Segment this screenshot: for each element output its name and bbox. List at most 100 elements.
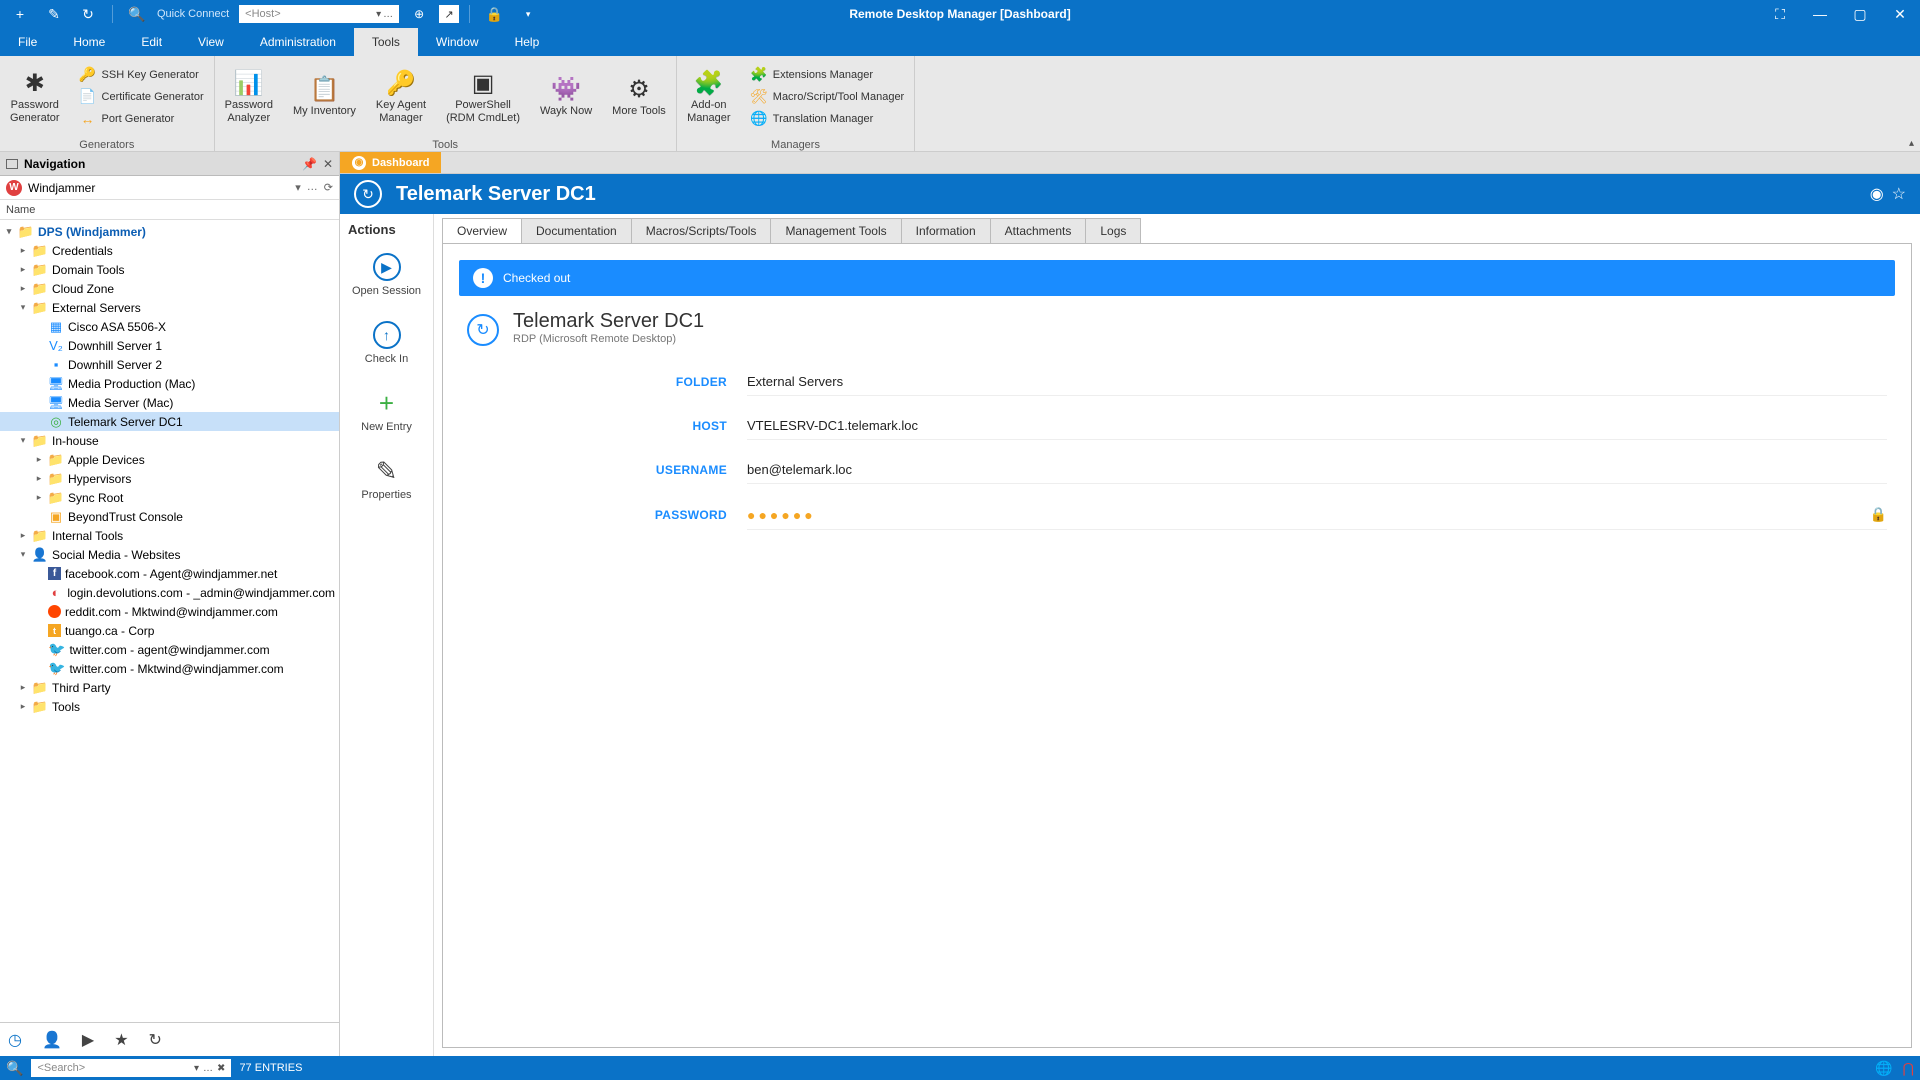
action-check-in[interactable]: ↑Check In	[344, 311, 429, 379]
expand-icon[interactable]: ▸	[34, 492, 44, 503]
menu-administration[interactable]: Administration	[242, 28, 354, 56]
tree-item[interactable]: ▸📁Tools	[0, 697, 339, 716]
expand-icon[interactable]: ▾	[4, 226, 14, 237]
tree-item[interactable]: 🖥Media Production (Mac)	[0, 374, 339, 393]
expand-icon[interactable]: ▸	[34, 454, 44, 465]
vault-tab-icon[interactable]: ◷	[8, 1030, 22, 1050]
tree-item[interactable]: V₂Downhill Server 1	[0, 336, 339, 355]
dashboard-tab[interactable]: ◉ Dashboard	[340, 152, 441, 173]
lock-icon[interactable]: 🔒	[1870, 506, 1887, 523]
new-icon[interactable]: +	[6, 0, 34, 28]
fullscreen-icon[interactable]: ⛶	[1760, 0, 1800, 28]
expand-icon[interactable]: ▸	[34, 473, 44, 484]
ribbon-btn-my-inventory[interactable]: 📋My Inventory	[283, 56, 366, 137]
ribbon-btn-key-agent-manager[interactable]: 🔑Key AgentManager	[366, 56, 436, 137]
lock-icon[interactable]: 🔒	[480, 0, 508, 28]
expand-icon[interactable]: ▾	[18, 302, 28, 313]
tree-item[interactable]: ffacebook.com - Agent@windjammer.net	[0, 564, 339, 583]
tree-item[interactable]: ▣BeyondTrust Console	[0, 507, 339, 526]
ribbon-btn-password-generator[interactable]: ✱PasswordGenerator	[0, 56, 70, 137]
tree-item[interactable]: ttuango.ca - Corp	[0, 621, 339, 640]
close-icon[interactable]: ✕	[1880, 0, 1920, 28]
tree-item[interactable]: 🖥Media Server (Mac)	[0, 393, 339, 412]
user-vault-tab-icon[interactable]: 👤	[42, 1030, 62, 1050]
ribbon-btn-translation-manager[interactable]: 🌐Translation Manager	[745, 108, 910, 130]
quick-connect-go-icon[interactable]: ↗	[439, 5, 459, 23]
ribbon-btn-password-analyzer[interactable]: 📊PasswordAnalyzer	[215, 56, 283, 137]
pin-icon[interactable]: 📌	[302, 157, 317, 171]
ribbon-btn-powershell-(rdm-cmdlet)[interactable]: ▣PowerShell(RDM CmdLet)	[436, 56, 530, 137]
action-new-entry[interactable]: +New Entry	[344, 379, 429, 447]
subtab-documentation[interactable]: Documentation	[521, 218, 632, 243]
favorites-tab-icon[interactable]: ★	[114, 1030, 128, 1050]
tree-item[interactable]: reddit.com - Mktwind@windjammer.com	[0, 602, 339, 621]
ribbon-btn-macro/script/tool-manager[interactable]: 🛠Macro/Script/Tool Manager	[745, 86, 910, 108]
tree-item[interactable]: ▸📁Apple Devices	[0, 450, 339, 469]
ribbon-btn-wayk-now[interactable]: 👾Wayk Now	[530, 56, 602, 137]
tree-item[interactable]: ◐login.devolutions.com - _admin@windjamm…	[0, 583, 339, 602]
status-search-icon[interactable]: 🔍	[6, 1060, 23, 1077]
lock-menu-icon[interactable]: ▾	[514, 0, 542, 28]
subtab-management-tools[interactable]: Management Tools	[770, 218, 901, 243]
tree-item[interactable]: ▾📁In-house	[0, 431, 339, 450]
expand-icon[interactable]: ▾	[18, 435, 28, 446]
status-connection-icon[interactable]: ⋂	[1903, 1060, 1914, 1077]
tree-item[interactable]: ▾👤Social Media - Websites	[0, 545, 339, 564]
maximize-icon[interactable]: ▢	[1840, 0, 1880, 28]
tree-item[interactable]: ◎Telemark Server DC1	[0, 412, 339, 431]
edit-icon[interactable]: ✎	[40, 0, 68, 28]
tree-item[interactable]: ▸📁Third Party	[0, 678, 339, 697]
minimize-icon[interactable]: —	[1800, 0, 1840, 28]
menu-tools[interactable]: Tools	[354, 28, 418, 56]
datasource-selector[interactable]: W Windjammer ▾ … ⟳	[0, 176, 339, 200]
tree-item[interactable]: ▸📁Domain Tools	[0, 260, 339, 279]
entry-sync-icon[interactable]: ◉	[1870, 184, 1884, 204]
search-icon[interactable]: 🔍	[123, 0, 151, 28]
status-online-icon[interactable]: 🌐	[1875, 1060, 1892, 1077]
menu-help[interactable]: Help	[497, 28, 558, 56]
tree-item[interactable]: ▸📁Internal Tools	[0, 526, 339, 545]
expand-icon[interactable]: ▸	[18, 701, 28, 712]
menu-home[interactable]: Home	[55, 28, 123, 56]
expand-icon[interactable]: ▸	[18, 530, 28, 541]
action-open-session[interactable]: ▶Open Session	[344, 243, 429, 311]
sessions-tab-icon[interactable]: ▶	[82, 1030, 94, 1050]
ribbon-collapse-icon[interactable]: ▴	[1909, 138, 1914, 149]
datasource-refresh-icon[interactable]: ⟳	[324, 181, 333, 194]
ribbon-btn-more-tools[interactable]: ⚙More Tools	[602, 56, 676, 137]
ribbon-btn-ssh-key-generator[interactable]: 🔑SSH Key Generator	[74, 64, 210, 86]
datasource-more-icon[interactable]: …	[307, 181, 318, 194]
datasource-dropdown-icon[interactable]: ▾	[295, 181, 301, 194]
ribbon-btn-certificate-generator[interactable]: 📄Certificate Generator	[74, 86, 210, 108]
subtab-information[interactable]: Information	[901, 218, 991, 243]
menu-edit[interactable]: Edit	[123, 28, 180, 56]
tree-item[interactable]: ▸📁Credentials	[0, 241, 339, 260]
quick-connect-type-icon[interactable]: ⊕	[405, 0, 433, 28]
menu-file[interactable]: File	[0, 28, 55, 56]
menu-window[interactable]: Window	[418, 28, 497, 56]
expand-icon[interactable]: ▸	[18, 682, 28, 693]
quick-connect-host-input[interactable]: <Host> ▾…	[239, 5, 399, 23]
close-panel-icon[interactable]: ✕	[323, 157, 333, 171]
tree-item[interactable]: ▸📁Sync Root	[0, 488, 339, 507]
expand-icon[interactable]: ▸	[18, 264, 28, 275]
tree-item[interactable]: ▦Cisco ASA 5506-X	[0, 317, 339, 336]
refresh-icon[interactable]: ↻	[74, 0, 102, 28]
tree-item[interactable]: ▸📁Cloud Zone	[0, 279, 339, 298]
subtab-macros-scripts-tools[interactable]: Macros/Scripts/Tools	[631, 218, 772, 243]
tree-item[interactable]: 🐦twitter.com - agent@windjammer.com	[0, 640, 339, 659]
menu-view[interactable]: View	[180, 28, 242, 56]
recent-tab-icon[interactable]: ↻	[149, 1030, 162, 1050]
expand-icon[interactable]: ▸	[18, 245, 28, 256]
tree-item[interactable]: ▪Downhill Server 2	[0, 355, 339, 374]
expand-icon[interactable]: ▾	[18, 549, 28, 560]
ribbon-btn-add-on-manager[interactable]: 🧩Add-onManager	[677, 56, 741, 137]
tree-item[interactable]: ▾📁External Servers	[0, 298, 339, 317]
ribbon-btn-extensions-manager[interactable]: 🧩Extensions Manager	[745, 64, 910, 86]
tree-item[interactable]: 🐦twitter.com - Mktwind@windjammer.com	[0, 659, 339, 678]
action-properties[interactable]: ✎Properties	[344, 447, 429, 515]
tree-item[interactable]: ▾📁DPS (Windjammer)	[0, 222, 339, 241]
ribbon-btn-port-generator[interactable]: ↔Port Generator	[74, 108, 210, 130]
entry-favorite-icon[interactable]: ☆	[1892, 184, 1906, 204]
subtab-attachments[interactable]: Attachments	[990, 218, 1087, 243]
